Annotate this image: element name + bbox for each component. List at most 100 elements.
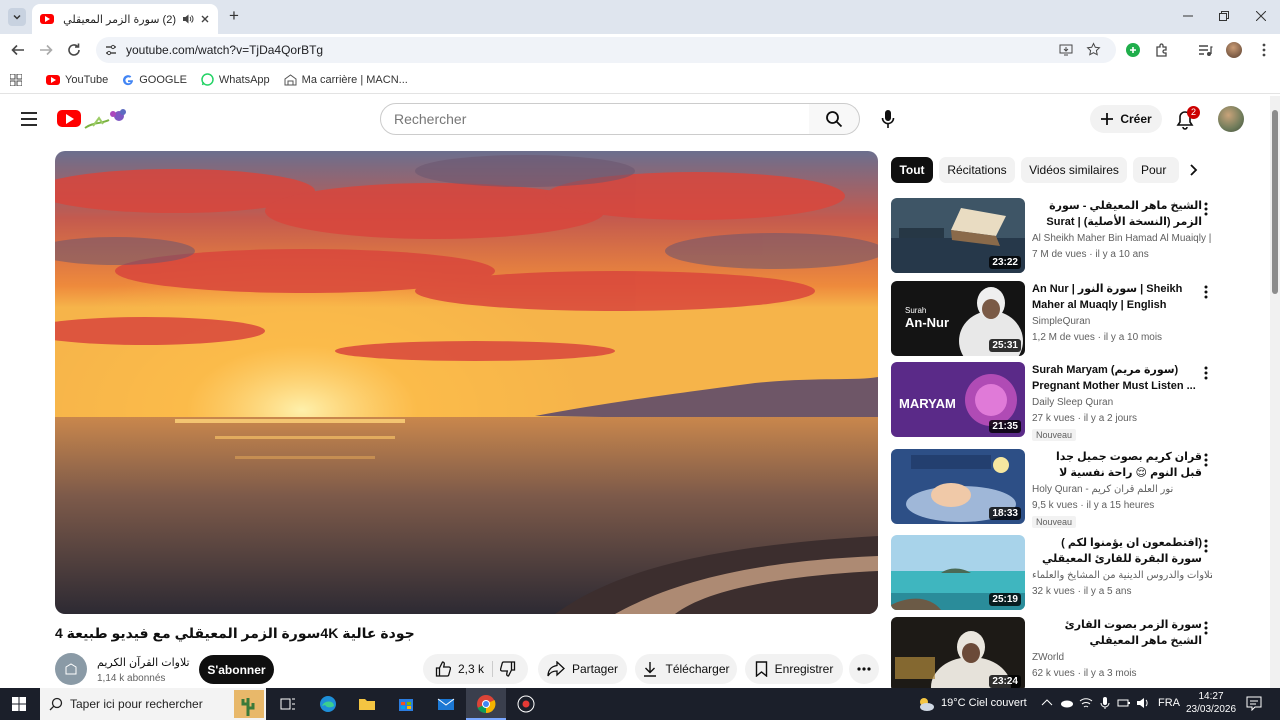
chip-for-you[interactable]: Pour — [1133, 157, 1179, 183]
chevron-up-icon[interactable] — [1040, 696, 1054, 710]
subscribe-button[interactable]: S'abonner — [199, 655, 274, 684]
weather-text[interactable]: 19°C Ciel couvert — [941, 697, 1027, 709]
voice-search-button[interactable] — [870, 103, 906, 135]
bookmarks-bar: YouTube GOOGLE WhatsApp Ma carrière | MA… — [0, 66, 1280, 94]
channel-avatar[interactable] — [55, 653, 87, 685]
bookmark-macn[interactable]: Ma carrière | MACN... — [284, 73, 408, 86]
recommended-video[interactable]: MARYAM 21:35 Surah Maryam (سورة مريم) Pr… — [891, 362, 1221, 442]
video-thumbnail[interactable]: 18:33 — [891, 449, 1025, 524]
recommended-video[interactable]: Surah An-Nur 25:31 An Nur | سورة النور |… — [891, 281, 1221, 361]
video-thumbnail[interactable]: MARYAM 21:35 — [891, 362, 1025, 437]
profile-avatar[interactable] — [1226, 42, 1242, 58]
active-tab[interactable]: (2) سورة الزمر المعيقلي مع ... — [32, 4, 218, 34]
recommended-video[interactable]: 25:19 (افتطمعون ان يؤمنوا لكم ) سورة الب… — [891, 535, 1221, 615]
address-bar[interactable]: youtube.com/watch?v=TjDa4QorBTg — [96, 37, 1116, 63]
video-player[interactable] — [55, 151, 878, 614]
bookmark-whatsapp[interactable]: WhatsApp — [201, 73, 270, 86]
green-extension-icon[interactable] — [1125, 42, 1141, 58]
search-input[interactable]: Rechercher — [380, 103, 810, 135]
channel-name[interactable]: SimpleQuran — [1032, 316, 1212, 327]
microphone-icon[interactable] — [1098, 696, 1112, 710]
hamburger-menu-icon[interactable] — [20, 111, 38, 127]
video-title[interactable]: An Nur | سورة النور | Sheikh Maher al Mu… — [1032, 281, 1202, 313]
language-indicator[interactable]: FRA — [1158, 697, 1180, 709]
edge-browser-icon[interactable] — [318, 694, 338, 714]
kebab-menu-icon[interactable] — [1202, 538, 1210, 554]
file-explorer-icon[interactable] — [357, 694, 377, 714]
bookmark-star-icon[interactable] — [1086, 42, 1101, 57]
video-thumbnail[interactable]: Surah An-Nur 25:31 — [891, 281, 1025, 356]
chrome-taskbar-button[interactable] — [466, 688, 506, 720]
apps-grid-icon[interactable] — [10, 73, 22, 86]
more-actions-button[interactable] — [849, 654, 879, 684]
recommended-video[interactable]: 23:24 سورة الزمر بصوت القارئ الشيخ ماهر … — [891, 617, 1221, 688]
share-button[interactable]: Partager — [538, 654, 627, 684]
back-arrow-icon[interactable] — [10, 42, 26, 58]
kebab-menu-icon[interactable] — [1202, 365, 1210, 381]
play-triangle-icon — [66, 114, 74, 124]
video-thumbnail[interactable]: 23:24 — [891, 617, 1025, 688]
save-button[interactable]: Enregistrer — [745, 654, 843, 684]
channel-name[interactable]: تلاوات القرآن الكريم — [97, 656, 190, 669]
mail-icon[interactable] — [436, 694, 456, 714]
cloud-sync-icon[interactable] — [1060, 696, 1074, 710]
chevron-right-icon[interactable] — [1186, 163, 1200, 177]
chip-recitations[interactable]: Récitations — [939, 157, 1015, 183]
more-horizontal-icon — [857, 667, 871, 671]
more-menu-icon[interactable] — [1256, 42, 1272, 58]
bookmark-youtube[interactable]: YouTube — [46, 74, 108, 86]
channel-name[interactable]: ZWorld — [1032, 652, 1212, 663]
extensions-puzzle-icon[interactable] — [1154, 42, 1170, 58]
speaker-icon[interactable] — [182, 13, 194, 25]
kebab-menu-icon[interactable] — [1202, 452, 1210, 468]
clock[interactable]: 14:27 23/03/2026 — [1186, 690, 1236, 716]
taskbar-search-box[interactable]: Taper ici pour rechercher — [40, 688, 266, 720]
task-view-icon[interactable] — [278, 694, 298, 714]
close-tab-icon[interactable] — [200, 14, 210, 24]
download-button[interactable]: Télécharger — [635, 654, 737, 684]
install-app-icon[interactable] — [1059, 43, 1073, 57]
microsoft-store-icon[interactable] — [396, 694, 416, 714]
battery-icon[interactable] — [1117, 696, 1131, 710]
video-thumbnail[interactable]: 25:19 — [891, 535, 1025, 610]
kebab-menu-icon[interactable] — [1202, 284, 1210, 300]
page-scrollbar-thumb[interactable] — [1272, 110, 1278, 294]
create-button[interactable]: Créer — [1090, 105, 1162, 133]
kebab-menu-icon[interactable] — [1202, 201, 1210, 217]
close-window-button[interactable] — [1238, 0, 1280, 32]
windows-start-icon[interactable] — [12, 697, 26, 711]
youtube-logo[interactable] — [57, 106, 132, 132]
chip-similar-videos[interactable]: Vidéos similaires — [1021, 157, 1127, 183]
account-avatar[interactable] — [1218, 106, 1244, 132]
tab-list-button[interactable] — [8, 8, 26, 26]
video-title[interactable]: سورة الزمر بصوت القارئ الشيخ ماهر المعيق… — [1032, 617, 1202, 649]
forward-arrow-icon[interactable] — [38, 42, 54, 58]
video-thumbnail[interactable]: 23:22 — [891, 198, 1025, 273]
notification-center-icon[interactable] — [1246, 695, 1262, 711]
reload-icon[interactable] — [66, 42, 82, 58]
bookmark-google[interactable]: GOOGLE — [122, 74, 187, 86]
search-button[interactable] — [809, 103, 860, 135]
video-title[interactable]: قران كريم بصوت جميل جدا قبل النوم 😌 راحة… — [1032, 449, 1202, 481]
tab-bar: (2) سورة الزمر المعيقلي مع ... + — [0, 0, 1280, 34]
recommended-video[interactable]: 18:33 قران كريم بصوت جميل جدا قبل النوم … — [891, 449, 1221, 529]
thumbs-down-icon[interactable] — [500, 661, 516, 677]
chip-all[interactable]: Tout — [891, 157, 933, 183]
video-title[interactable]: (افتطمعون ان يؤمنوا لكم ) سورة البقرة لل… — [1032, 535, 1202, 567]
like-button[interactable]: 2,3 k — [435, 661, 493, 677]
channel-name[interactable]: Holy Quran - نور العلم قرآن كريم — [1032, 484, 1212, 495]
channel-name[interactable]: Daily Sleep Quran — [1032, 397, 1212, 408]
screen-recorder-icon[interactable] — [516, 694, 536, 714]
bookmark-label: YouTube — [65, 73, 109, 86]
recommended-video[interactable]: 23:22 الشيخ ماهر المعيقلي - سورة الزمر (… — [891, 198, 1221, 278]
media-control-icon[interactable] — [1197, 42, 1213, 58]
video-title[interactable]: الشيخ ماهر المعيقلي - سورة الزمر (النسخة… — [1032, 198, 1202, 230]
new-tab-button[interactable]: + — [226, 6, 242, 26]
wifi-icon[interactable] — [1079, 696, 1093, 710]
channel-name[interactable]: افضل التلاوات والدروس الدينية من المشايخ… — [1032, 570, 1212, 581]
site-settings-icon[interactable] — [104, 43, 118, 57]
kebab-menu-icon[interactable] — [1202, 620, 1210, 636]
channel-name[interactable]: Al Sheikh Maher Bin Hamad Al Muaiqly | .… — [1032, 233, 1212, 244]
video-title[interactable]: Surah Maryam (سورة مريم) Pregnant Mother… — [1032, 362, 1202, 394]
volume-icon[interactable] — [1136, 696, 1150, 710]
